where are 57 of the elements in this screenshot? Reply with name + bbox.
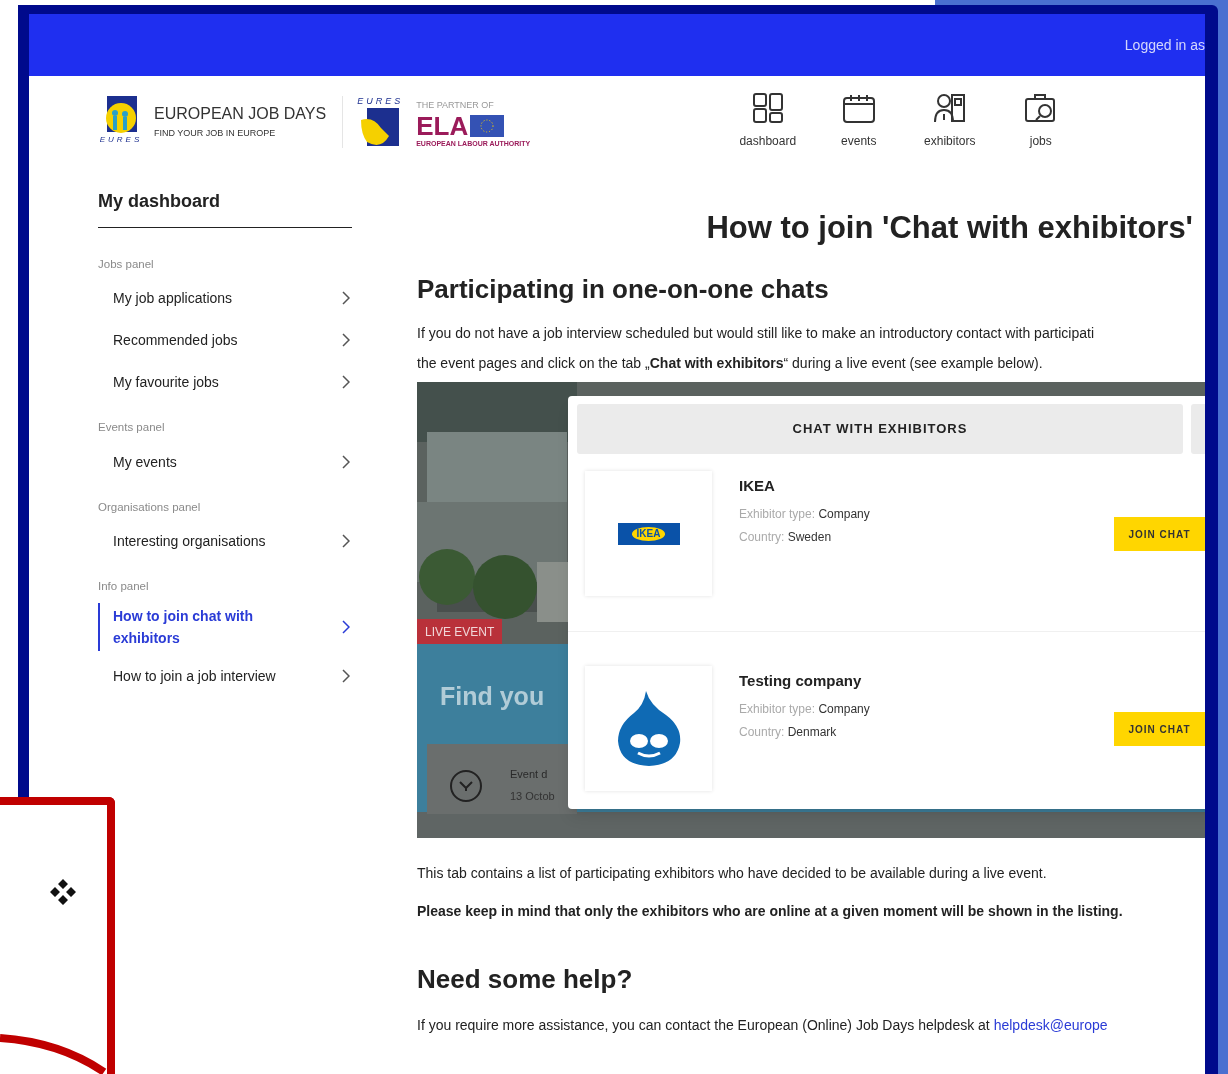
sidebar-item[interactable]: My job applications [98,281,352,316]
exhibitor-type: Exhibitor type: Company [739,701,870,718]
panel-label: Organisations panel [98,499,202,515]
intro-line: If you do not have a job interview scheduled but would still like to make an introductory contact with participati [417,324,1096,343]
brand-title: EUROPEAN JOB DAYS [154,103,327,124]
help-text: If you require more assistance, you can contact the European (Online) Job Days helpdesk at helpdesk@europe [417,1016,1109,1035]
chevron-right-icon [342,620,350,634]
nav-link[interactable]: jobs [995,92,1087,150]
calendar-icon [841,92,876,124]
nav-link[interactable]: exhibitors [904,92,996,150]
partner-label: THE PARTNER OF [416,99,495,113]
chevron-right-icon [342,669,350,683]
job-days-logo[interactable]: EURES [100,96,142,148]
chevron-right-icon [342,333,350,348]
join-chat-button[interactable]: JOIN CHAT [1114,712,1205,746]
exhibitor-name: IKEA [739,476,775,496]
panel-label: Events panel [98,420,166,436]
person-card-icon [933,92,966,124]
section-title: Participating in one-on-one chats [417,273,830,306]
live-event-tag: LIVE EVENT [417,619,503,644]
exhibitor-country: Country: Sweden [739,529,832,546]
sidebar-item[interactable]: My events [98,444,352,479]
page-heading: How to join 'Chat with exhibitors' [706,208,1193,247]
panel-label: Info panel [98,578,150,594]
sidebar-item[interactable]: Interesting organisations [98,523,352,558]
panel-label: Jobs panel [98,257,155,272]
dashboard-icon [751,92,784,124]
nav-link[interactable]: dashboard [722,92,814,150]
company-logo: IKEA [617,522,680,545]
brand-tagline: FIND YOUR JOB IN EUROPE [154,126,277,140]
warning-text: Please keep in mind that only the exhibitors who are online at a given moment will be shown in the listing. [417,902,1124,921]
exhibitor-name: Testing company [739,671,862,691]
chevron-right-icon [342,375,350,390]
chevron-right-icon [342,533,350,548]
chevron-right-icon [342,454,350,469]
chevron-right-icon [342,291,350,306]
exhibitor-country: Country: Denmark [739,724,837,741]
sidebar-item[interactable]: How to join chat with exhibitors [98,603,352,651]
note-text: This tab contains a list of participating exhibitors who have decided to be available during a live event. [417,864,1048,883]
banner-headline: Find you [440,681,545,712]
exhibitor-type: Exhibitor type: Company [739,506,870,523]
sidebar-item[interactable]: How to join a job interview [98,659,352,693]
sidebar-item[interactable]: Recommended jobs [98,323,352,358]
logged-in-text[interactable]: Logged in as [1124,34,1205,56]
helpdesk-link[interactable]: helpdesk@europe [993,1017,1108,1033]
chat-tab[interactable]: CHAT WITH EXHIBITORS [577,404,1183,454]
sidebar-title: My dashboard [98,186,352,228]
sidebar-item[interactable]: My favourite jobs [98,365,352,400]
move-icon [48,877,78,907]
event-date: 13 Octob [510,789,555,804]
clock-icon [449,769,483,803]
help-title: Need some help? [417,963,634,996]
intro-line: the event pages and click on the tab „Chat with exhibitors“ during a live event (see example below). [417,354,1044,373]
join-chat-button[interactable]: JOIN CHAT [1114,517,1205,551]
event-date-label: Event d [510,767,548,782]
nav-link[interactable]: events [813,92,905,150]
briefcase-search-icon [1023,92,1058,124]
